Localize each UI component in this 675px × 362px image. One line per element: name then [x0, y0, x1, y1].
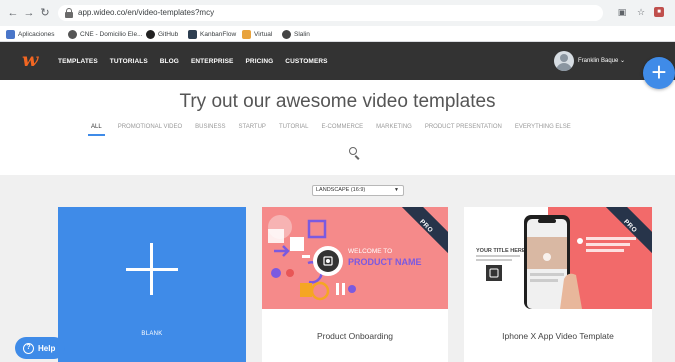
template-thumbnail: YOUR TITLE HERE PRO — [464, 207, 652, 309]
main-nav: TEMPLATES TUTORIALS BLOG ENTERPRISE PRIC… — [58, 42, 340, 80]
bookmark-slalin[interactable]: Slalin — [282, 28, 310, 40]
bookmark-apps[interactable]: Aplicaciones — [6, 28, 55, 40]
github-icon — [146, 29, 155, 39]
thumb-welcome-text: WELCOME TO — [348, 248, 392, 255]
nav-customers[interactable]: CUSTOMERS — [285, 58, 327, 65]
virtual-icon — [242, 29, 251, 39]
address-bar[interactable]: app.wideo.co/en/video-templates?mcy — [58, 5, 603, 21]
template-thumbnail: WELCOME TO PRODUCT NAME PRO — [262, 207, 448, 309]
template-card-product-onboarding[interactable]: WELCOME TO PRODUCT NAME PRO Product Onbo… — [262, 207, 448, 362]
translate-icon[interactable]: ▣ — [616, 6, 628, 18]
search-icon[interactable] — [349, 147, 361, 160]
site-header: w TEMPLATES TUTORIALS BLOG ENTERPRISE PR… — [0, 42, 675, 80]
star-icon[interactable]: ☆ — [635, 6, 647, 18]
category-tabs: ALL PROMOTIONAL VIDEO BUSINESS STARTUP T… — [88, 124, 584, 138]
card-title: Product Onboarding — [316, 331, 394, 341]
help-label: Help — [38, 343, 56, 353]
url-text: app.wideo.co/en/video-templates?mcy — [78, 8, 215, 17]
reload-icon[interactable]: ↻ — [38, 6, 52, 20]
bookmark-github[interactable]: GitHub — [146, 28, 178, 40]
create-video-button[interactable]: + — [643, 57, 675, 89]
lock-icon — [65, 8, 73, 18]
nav-enterprise[interactable]: ENTERPRISE — [191, 58, 234, 65]
thumb-product-name-text: PRODUCT NAME — [348, 257, 422, 267]
bookmarks-bar: Aplicaciones CNE - Domicilio Ele... GitH… — [0, 26, 675, 42]
tab-product-presentation[interactable]: PRODUCT PRESENTATION — [425, 124, 502, 134]
apps-grid-icon — [6, 29, 15, 39]
format-select[interactable]: LANDSCAPE (16:9) ▼ — [312, 185, 404, 196]
tab-e-commerce[interactable]: E-COMMERCE — [322, 124, 364, 134]
blank-template-card[interactable]: BLANK — [58, 207, 246, 362]
back-icon[interactable]: ← — [6, 6, 20, 20]
page-title: Try out our awesome video templates — [179, 91, 496, 112]
bookmark-kanbanflow[interactable]: KanbanFlow — [188, 28, 236, 40]
wideo-logo[interactable]: w — [22, 51, 38, 70]
nav-templates[interactable]: TEMPLATES — [58, 58, 98, 65]
thumb-title-text: YOUR TITLE HERE — [476, 248, 526, 254]
avatar[interactable] — [554, 51, 574, 71]
slalin-icon — [282, 29, 291, 39]
extension-icon[interactable]: ■ — [654, 7, 664, 17]
bookmark-virtual[interactable]: Virtual — [242, 28, 272, 40]
nav-blog[interactable]: BLOG — [160, 58, 179, 65]
user-menu[interactable]: Franklin Baque ⌄ — [578, 57, 625, 64]
help-button[interactable]: ? Help — [15, 337, 65, 359]
card-label: BLANK — [141, 331, 163, 337]
globe-icon — [68, 29, 77, 39]
tab-startup[interactable]: STARTUP — [238, 124, 265, 134]
template-card-iphone-x[interactable]: YOUR TITLE HERE PRO Iphone X App Video T… — [464, 207, 652, 362]
caret-down-icon: ▼ — [394, 187, 399, 193]
browser-toolbar: ← → ↻ app.wideo.co/en/video-templates?mc… — [0, 0, 675, 26]
tab-tutorial[interactable]: TUTORIAL — [279, 124, 309, 134]
bookmark-cne[interactable]: CNE - Domicilio Ele... — [68, 28, 142, 40]
tab-everything-else[interactable]: EVERYTHING ELSE — [515, 124, 571, 134]
tab-promotional-video[interactable]: PROMOTIONAL VIDEO — [118, 124, 182, 134]
kanbanflow-icon — [188, 29, 197, 39]
card-title: Iphone X App Video Template — [502, 331, 614, 341]
tab-all[interactable]: ALL — [88, 124, 105, 136]
nav-tutorials[interactable]: TUTORIALS — [110, 58, 148, 65]
question-icon: ? — [23, 342, 34, 354]
tab-marketing[interactable]: MARKETING — [376, 124, 412, 134]
forward-icon[interactable]: → — [22, 6, 36, 20]
nav-pricing[interactable]: PRICING — [246, 58, 274, 65]
tab-business[interactable]: BUSINESS — [195, 124, 225, 134]
